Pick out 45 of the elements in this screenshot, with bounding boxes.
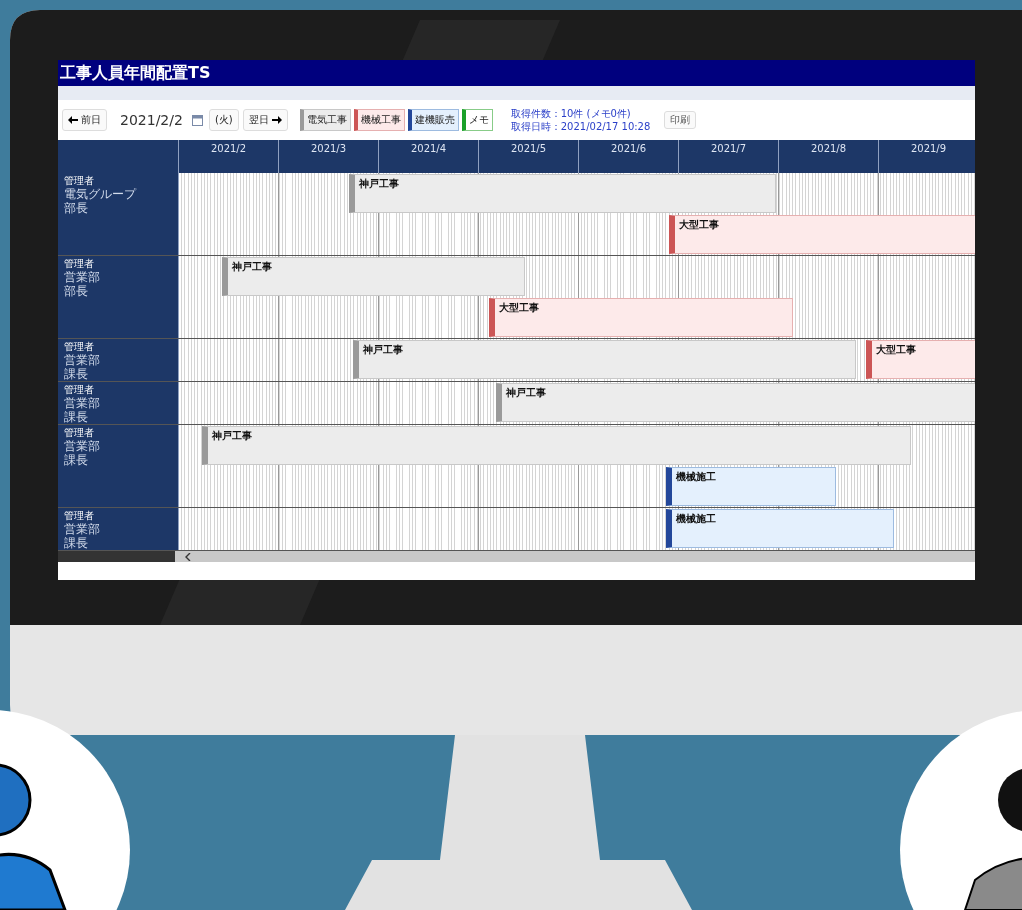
person-role: 管理者 bbox=[64, 510, 95, 522]
schedule-bar[interactable]: 大型工事 bbox=[669, 215, 975, 254]
scroll-left-icon[interactable] bbox=[185, 552, 191, 561]
person-group: 営業部 bbox=[64, 439, 178, 453]
person-role: 管理者 bbox=[64, 175, 95, 187]
schedule-bar[interactable]: 神戸工事 bbox=[496, 383, 975, 422]
person-role: 管理者 bbox=[64, 341, 95, 353]
schedule-bar[interactable]: 神戸工事 bbox=[202, 426, 911, 465]
person-group: 営業部 bbox=[64, 270, 178, 284]
info-text: 取得日時：2021/02/17 10:28 bbox=[510, 120, 651, 133]
person-group: 営業部 bbox=[64, 396, 178, 410]
person-group: 営業部 bbox=[64, 353, 178, 367]
weekday-button[interactable]: (火) bbox=[208, 109, 239, 131]
date-field[interactable]: 2021/2/2 bbox=[117, 112, 186, 128]
schedule-bar[interactable]: 神戸工事 bbox=[349, 174, 776, 213]
person-title: 部長 bbox=[64, 284, 89, 298]
person-title: 課長 bbox=[64, 453, 89, 467]
person-title: 課長 bbox=[64, 410, 89, 424]
schedule-bar[interactable]: 機械施工 bbox=[666, 509, 894, 548]
legend-chip[interactable]: 電気工事 bbox=[299, 109, 351, 131]
schedule-bar[interactable]: 大型工事 bbox=[489, 298, 793, 337]
schedule-bar[interactable]: 機械施工 bbox=[666, 467, 836, 506]
person-title: 部長 bbox=[64, 201, 89, 215]
schedule-bar[interactable]: 神戸工事 bbox=[222, 257, 525, 296]
schedule-bar[interactable]: 神戸工事 bbox=[353, 340, 856, 379]
window-title: 工事人員年間配置TS bbox=[58, 60, 975, 86]
person-title: 課長 bbox=[64, 367, 89, 381]
person-role: 管理者 bbox=[64, 258, 95, 270]
legend-chip[interactable]: メモ bbox=[461, 109, 493, 131]
person-role: 管理者 bbox=[64, 427, 95, 439]
calendar-icon[interactable] bbox=[191, 114, 203, 126]
print-button[interactable]: 印刷 bbox=[664, 111, 697, 129]
person-group: 営業部 bbox=[64, 522, 178, 536]
info-text: 取得件数：10件 (メモ0件) bbox=[510, 107, 632, 120]
previous-day-button[interactable]: 前日 bbox=[62, 109, 107, 131]
right-arrow-icon bbox=[271, 116, 282, 124]
scroll-bar[interactable] bbox=[175, 551, 975, 562]
person-group: 電気グループ bbox=[64, 187, 178, 201]
person-title: 課長 bbox=[64, 536, 89, 550]
legend-chip[interactable]: 建機販売 bbox=[407, 109, 459, 131]
left-arrow-icon bbox=[68, 116, 78, 124]
legend-chip[interactable]: 機械工事 bbox=[353, 109, 405, 131]
person-role: 管理者 bbox=[64, 384, 95, 396]
next-day-button[interactable]: 翌日 bbox=[242, 109, 288, 131]
schedule-bar[interactable]: 大型工事 bbox=[866, 340, 975, 379]
